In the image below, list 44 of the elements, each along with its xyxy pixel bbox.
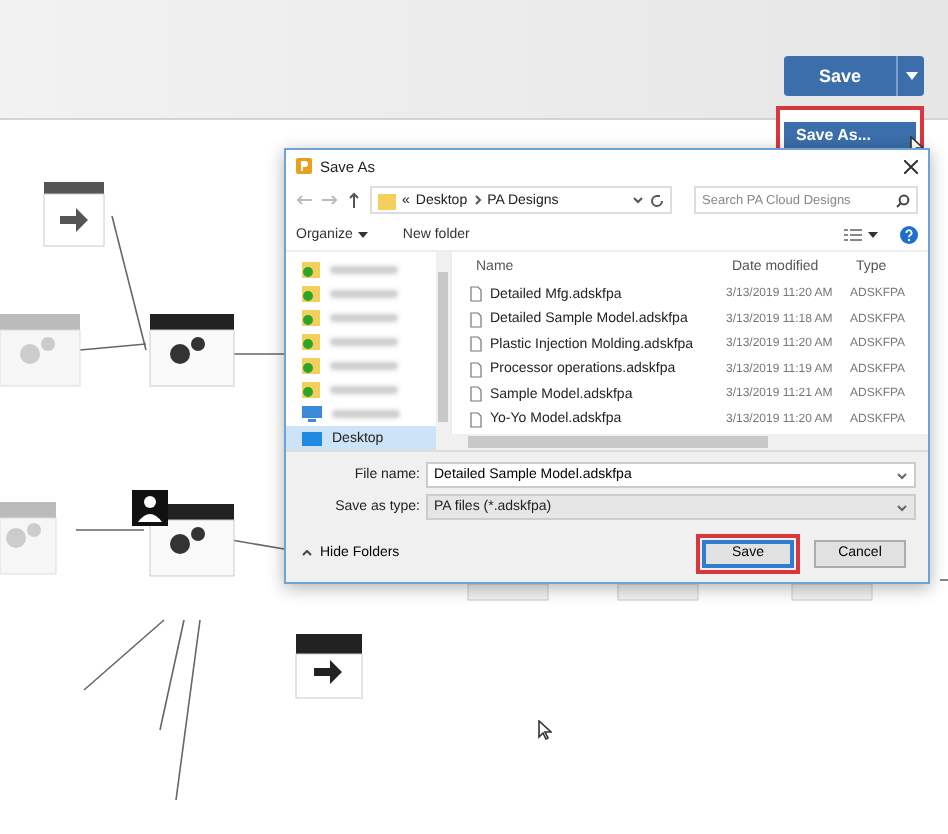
chevron-down-icon [896,471,908,479]
caret-icon [868,231,878,237]
help-icon[interactable] [900,225,918,243]
mouse-pointer-icon [538,720,552,740]
save-menu-button[interactable] [896,56,924,96]
desktop-icon [302,431,322,445]
caret-icon [358,231,369,237]
connector-line [939,579,948,581]
blurred-label [330,338,398,346]
up-arrow-icon[interactable] [348,192,360,208]
synced-folder-icon [302,310,320,326]
chevron-down-icon [896,503,908,511]
synced-folder-icon [302,286,320,302]
refresh-icon[interactable] [650,193,664,207]
synced-folder-icon [302,358,320,374]
view-options-icon[interactable] [844,227,862,241]
blurred-label [330,362,398,370]
blurred-label [330,290,398,298]
scrollbar[interactable] [448,434,928,450]
connector-line [75,529,145,531]
chevron-down-icon[interactable] [632,196,644,204]
caret-icon [905,72,917,80]
search-icon [896,193,910,207]
save-as-menu-item[interactable]: Save As... [784,121,916,149]
scrollbar[interactable] [436,252,450,450]
synced-folder-icon [302,382,320,398]
arrow-node [43,182,105,247]
blurred-label [330,314,398,322]
person-avatar-icon [132,490,168,526]
synced-folder-icon [302,262,320,278]
app-logo-icon [296,158,312,174]
chevron-up-icon [302,550,312,556]
close-icon[interactable] [904,159,918,173]
folder-icon [378,191,396,209]
arrow-node [295,634,363,699]
chevron-icon [473,194,482,206]
synced-folder-icon [302,334,320,350]
computer-icon [302,406,322,422]
blurred-label [332,410,400,418]
save-button[interactable]: Save [784,56,896,96]
blurred-label [330,386,398,394]
blurred-label [330,266,398,274]
back-arrow-icon[interactable] [296,194,312,206]
forward-arrow-icon[interactable] [322,194,338,206]
